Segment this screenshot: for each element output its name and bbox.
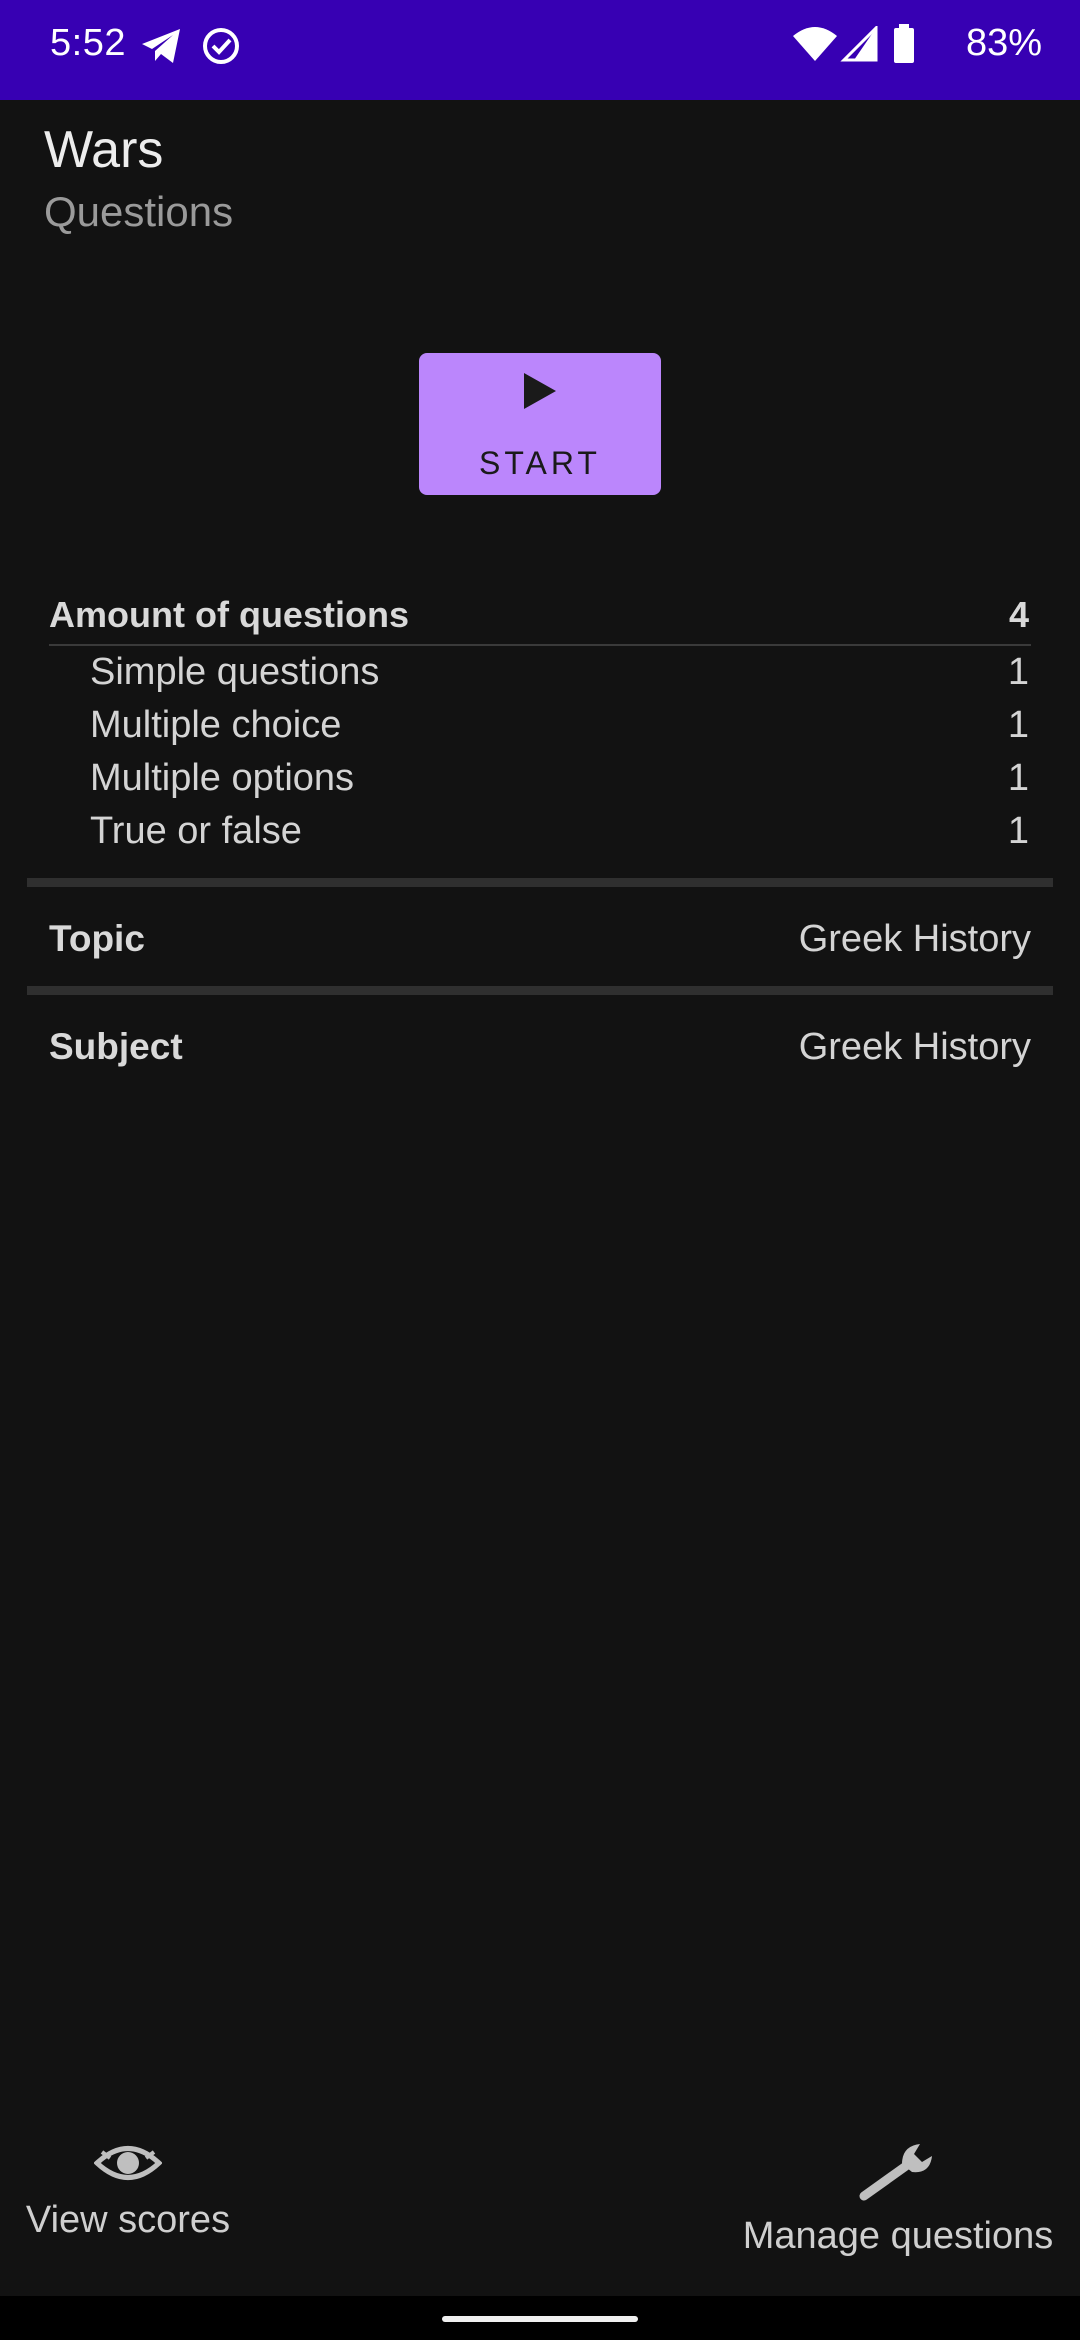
section-divider <box>27 878 1053 887</box>
section-divider <box>27 986 1053 995</box>
list-item: Multiple choice 1 <box>49 699 1031 752</box>
check-circle-icon <box>203 28 239 64</box>
battery-icon <box>894 24 914 63</box>
question-type-count: 1 <box>1007 810 1029 852</box>
question-type-count: 1 <box>1007 757 1029 799</box>
question-type-label: Multiple options <box>90 757 355 799</box>
question-stats: Amount of questions 4 Simple questions 1… <box>49 588 1031 858</box>
question-type-label: Simple questions <box>90 651 380 693</box>
list-item: Multiple options 1 <box>49 752 1031 805</box>
topic-value: Greek History <box>798 917 1031 960</box>
subject-row: Subject Greek History <box>49 1017 1031 1077</box>
question-type-count: 1 <box>1007 704 1029 746</box>
subject-value: Greek History <box>798 1025 1031 1068</box>
manage-questions-label: Manage questions <box>742 2215 1054 2257</box>
start-button-label: START <box>479 445 601 481</box>
total-questions-label: Amount of questions <box>49 594 409 635</box>
view-scores-button[interactable]: View scores <box>22 2140 234 2242</box>
wrench-icon <box>859 2144 932 2201</box>
home-gesture-handle[interactable] <box>442 2316 638 2322</box>
start-button[interactable]: START <box>419 353 661 495</box>
battery-percentage: 83% <box>965 22 1042 64</box>
topic-label: Topic <box>49 918 145 959</box>
status-bar: 5:52 83% <box>0 0 1080 100</box>
question-type-label: True or false <box>90 810 302 852</box>
list-item: True or false 1 <box>49 805 1031 858</box>
view-scores-label: View scores <box>25 2199 231 2241</box>
page-subtitle: Questions <box>44 188 234 235</box>
status-time: 5:52 <box>50 22 126 64</box>
question-type-count: 1 <box>1007 651 1029 693</box>
topic-row: Topic Greek History <box>49 909 1031 969</box>
wifi-icon <box>793 27 837 61</box>
navigation-bar <box>0 2296 1080 2340</box>
question-type-label: Multiple choice <box>90 704 342 746</box>
eye-icon <box>93 2146 163 2180</box>
header: Wars Questions <box>44 118 233 240</box>
signal-icon <box>840 26 878 62</box>
total-questions-value: 4 <box>1008 594 1029 635</box>
page-title: Wars <box>44 121 164 179</box>
play-icon <box>524 373 556 409</box>
subject-label: Subject <box>49 1026 183 1067</box>
list-item: Simple questions 1 <box>49 646 1031 699</box>
manage-questions-button[interactable]: Manage questions <box>733 2140 1063 2258</box>
total-questions-row: Amount of questions 4 <box>49 588 1031 642</box>
telegram-icon <box>142 29 180 63</box>
